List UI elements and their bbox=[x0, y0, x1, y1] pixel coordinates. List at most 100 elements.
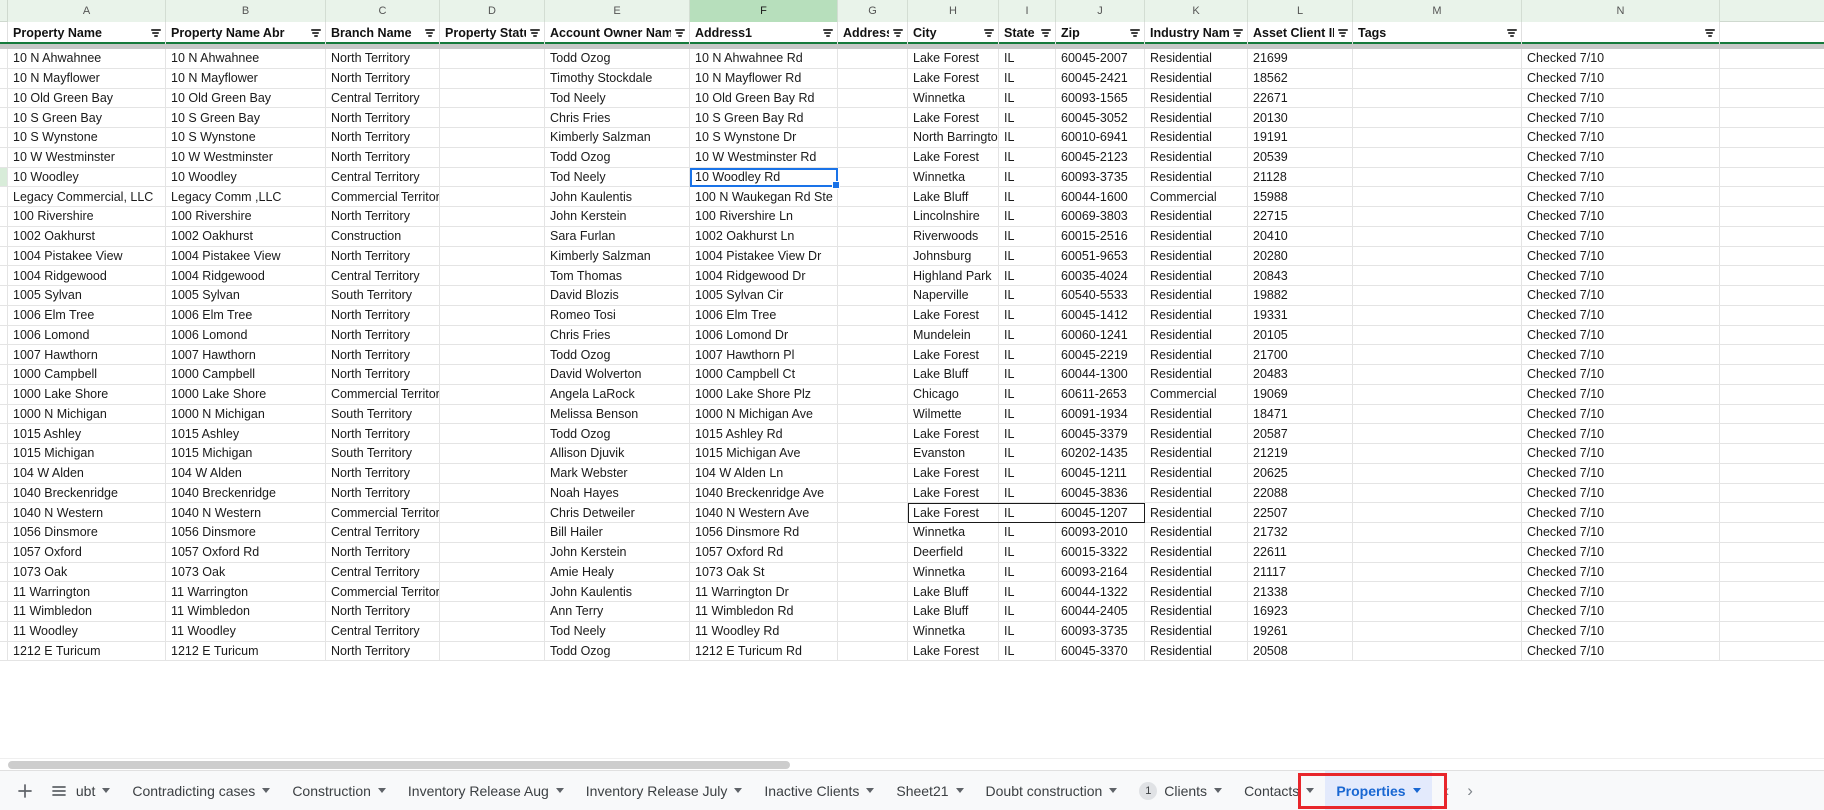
cell-E3[interactable]: Tod Neely bbox=[545, 88, 690, 108]
table-row[interactable]: 1005 Sylvan 1005 Sylvan South Territory Dav… bbox=[0, 286, 1824, 306]
table-row[interactable]: 1000 N Michigan 1000 N Michigan South Terr… bbox=[0, 404, 1824, 425]
cell-K9[interactable]: Residential bbox=[1145, 207, 1248, 226]
cell-K4[interactable]: Residential bbox=[1145, 108, 1248, 127]
cell-H6[interactable]: Lake Forest bbox=[908, 147, 999, 167]
cell-H22[interactable]: Lake Forest bbox=[908, 463, 999, 483]
cell-H9[interactable]: Lincolnshire bbox=[908, 207, 999, 226]
cell-C19[interactable]: South Territory bbox=[326, 404, 440, 424]
cell-M7[interactable] bbox=[1353, 167, 1522, 187]
cell-A11[interactable]: 1004 Pistakee View bbox=[8, 246, 166, 266]
cell-C24[interactable]: Commercial Territory bbox=[326, 503, 440, 522]
chevron-down-icon[interactable] bbox=[1306, 788, 1315, 793]
cell-N1[interactable]: Checked 7/10 bbox=[1522, 49, 1720, 68]
table-row[interactable]: 1057 Oxford 1057 Oxford Rd North Territory… bbox=[0, 542, 1824, 563]
cell-N29[interactable]: Checked 7/10 bbox=[1522, 602, 1720, 621]
cell-K24[interactable]: Residential bbox=[1145, 503, 1248, 522]
filter-icon[interactable] bbox=[310, 28, 321, 39]
cell-L13[interactable]: 19882 bbox=[1248, 286, 1353, 305]
cell-K2[interactable]: Residential bbox=[1145, 68, 1248, 88]
cell-D11[interactable] bbox=[440, 246, 545, 266]
cell-L5[interactable]: 19191 bbox=[1248, 128, 1353, 147]
cell-G11[interactable] bbox=[838, 246, 908, 266]
cell-H19[interactable]: Wilmette bbox=[908, 404, 999, 424]
cell-D17[interactable] bbox=[440, 365, 545, 384]
cell-J15[interactable]: 60060-1241 bbox=[1056, 325, 1145, 345]
cell-B17[interactable]: 1000 Campbell bbox=[166, 365, 326, 384]
cell-M9[interactable] bbox=[1353, 207, 1522, 226]
cell-I29[interactable]: IL bbox=[999, 602, 1056, 621]
cell-E7[interactable]: Tod Neely bbox=[545, 167, 690, 187]
cell-H10[interactable]: Riverwoods bbox=[908, 226, 999, 246]
cell-M11[interactable] bbox=[1353, 246, 1522, 266]
cell-A19[interactable]: 1000 N Michigan bbox=[8, 404, 166, 424]
cell-L25[interactable]: 21732 bbox=[1248, 523, 1353, 542]
cell-J26[interactable]: 60015-3322 bbox=[1056, 542, 1145, 562]
cell-H1[interactable]: Lake Forest bbox=[908, 49, 999, 68]
cell-F7[interactable]: 10 Woodley Rd bbox=[690, 167, 838, 187]
cell-L22[interactable]: 20625 bbox=[1248, 463, 1353, 483]
cell-E20[interactable]: Todd Ozog bbox=[545, 424, 690, 443]
cell-D8[interactable] bbox=[440, 187, 545, 206]
cell-J29[interactable]: 60044-2405 bbox=[1056, 602, 1145, 621]
cell-J18[interactable]: 60611-2653 bbox=[1056, 384, 1145, 404]
cell-G9[interactable] bbox=[838, 207, 908, 226]
cell-D22[interactable] bbox=[440, 463, 545, 483]
cell-G3[interactable] bbox=[838, 88, 908, 108]
column-header-F[interactable]: F bbox=[690, 0, 838, 22]
cell-M26[interactable] bbox=[1353, 542, 1522, 562]
cell-N20[interactable]: Checked 7/10 bbox=[1522, 424, 1720, 443]
cell-I23[interactable]: IL bbox=[999, 483, 1056, 503]
cell-F29[interactable]: 11 Wimbledon Rd bbox=[690, 602, 838, 621]
column-header-I[interactable]: I bbox=[999, 0, 1056, 22]
cell-C2[interactable]: North Territory bbox=[326, 68, 440, 88]
cell-J5[interactable]: 60010-6941 bbox=[1056, 128, 1145, 147]
column-header-N[interactable]: N bbox=[1522, 0, 1720, 22]
cell-E19[interactable]: Melissa Benson bbox=[545, 404, 690, 424]
cell-J12[interactable]: 60035-4024 bbox=[1056, 266, 1145, 285]
cell-J25[interactable]: 60093-2010 bbox=[1056, 523, 1145, 542]
cell-D24[interactable] bbox=[440, 503, 545, 522]
cell-M15[interactable] bbox=[1353, 325, 1522, 345]
cell-F25[interactable]: 1056 Dinsmore Rd bbox=[690, 523, 838, 542]
chevron-down-icon[interactable] bbox=[1109, 788, 1118, 793]
cell-K20[interactable]: Residential bbox=[1145, 424, 1248, 443]
column-header-H[interactable]: H bbox=[908, 0, 999, 22]
cell-I14[interactable]: IL bbox=[999, 305, 1056, 325]
cell-F24[interactable]: 1040 N Western Ave bbox=[690, 503, 838, 522]
cell-B14[interactable]: 1006 Elm Tree bbox=[166, 305, 326, 325]
cell-M3[interactable] bbox=[1353, 88, 1522, 108]
cell-A15[interactable]: 1006 Lomond bbox=[8, 325, 166, 345]
chevron-down-icon[interactable] bbox=[1412, 788, 1421, 793]
table-row[interactable]: 1004 Ridgewood 1004 Ridgewood Central Terr… bbox=[0, 266, 1824, 286]
cell-G21[interactable] bbox=[838, 444, 908, 463]
add-sheet-button[interactable] bbox=[8, 774, 42, 808]
cell-B20[interactable]: 1015 Ashley bbox=[166, 424, 326, 443]
cell-E22[interactable]: Mark Webster bbox=[545, 463, 690, 483]
cell-M18[interactable] bbox=[1353, 384, 1522, 404]
cell-A30[interactable]: 11 Woodley bbox=[8, 621, 166, 641]
cell-K6[interactable]: Residential bbox=[1145, 147, 1248, 167]
cell-K10[interactable]: Residential bbox=[1145, 226, 1248, 246]
table-row[interactable]: 10 W Westminster 10 W Westminster North Te… bbox=[0, 147, 1824, 168]
cell-H3[interactable]: Winnetka bbox=[908, 88, 999, 108]
cell-B19[interactable]: 1000 N Michigan bbox=[166, 404, 326, 424]
cell-A25[interactable]: 1056 Dinsmore bbox=[8, 523, 166, 542]
chevron-down-icon[interactable] bbox=[555, 788, 564, 793]
cell-C12[interactable]: Central Territory bbox=[326, 266, 440, 285]
cell-N18[interactable]: Checked 7/10 bbox=[1522, 384, 1720, 404]
cell-D3[interactable] bbox=[440, 88, 545, 108]
cell-C30[interactable]: Central Territory bbox=[326, 621, 440, 641]
cell-B27[interactable]: 1073 Oak bbox=[166, 562, 326, 582]
cell-B30[interactable]: 11 Woodley bbox=[166, 621, 326, 641]
cell-J11[interactable]: 60051-9653 bbox=[1056, 246, 1145, 266]
cell-F17[interactable]: 1000 Campbell Ct bbox=[690, 365, 838, 384]
cell-B29[interactable]: 11 Wimbledon bbox=[166, 602, 326, 621]
cell-K19[interactable]: Residential bbox=[1145, 404, 1248, 424]
cell-M20[interactable] bbox=[1353, 424, 1522, 443]
cell-G15[interactable] bbox=[838, 325, 908, 345]
cell-J8[interactable]: 60044-1600 bbox=[1056, 187, 1145, 206]
filter-icon[interactable] bbox=[892, 28, 903, 39]
cell-K22[interactable]: Residential bbox=[1145, 463, 1248, 483]
cell-I28[interactable]: IL bbox=[999, 582, 1056, 601]
cell-I7[interactable]: IL bbox=[999, 167, 1056, 187]
